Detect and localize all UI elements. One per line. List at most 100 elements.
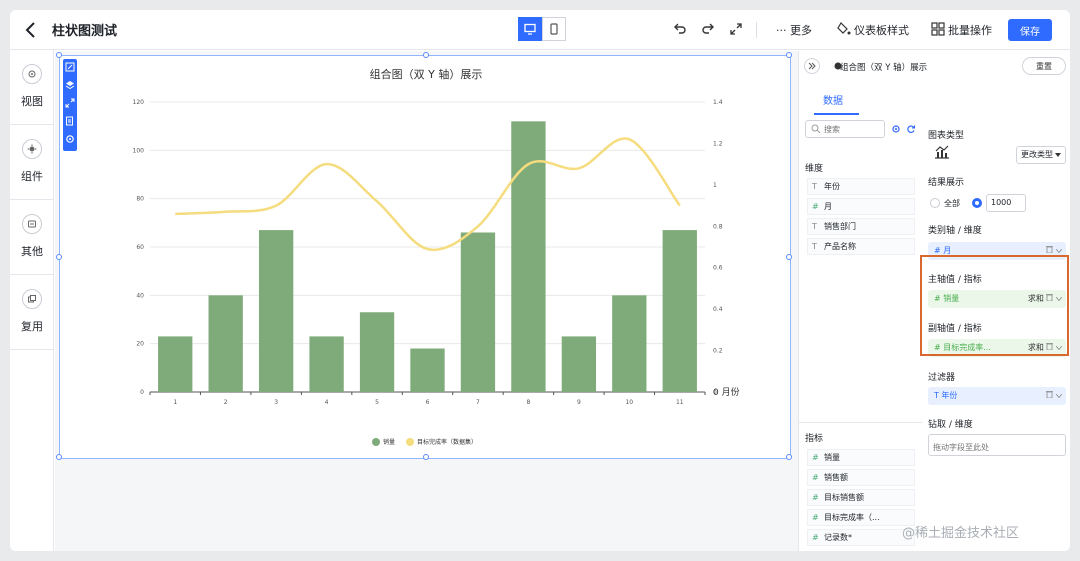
y2-tick-label: 1 xyxy=(713,182,717,189)
field-name: 目标销售额 xyxy=(824,493,864,502)
number-type-icon: # xyxy=(812,453,819,462)
field-metric-sales[interactable]: # 销量 xyxy=(807,449,915,466)
y-tick-label: 120 xyxy=(133,99,145,106)
bar xyxy=(208,295,243,392)
nav-item-view[interactable]: 视图 xyxy=(10,50,54,125)
redo-icon[interactable] xyxy=(700,21,716,37)
text-type-icon: T xyxy=(812,182,817,191)
y-tick-label: 60 xyxy=(136,244,144,251)
chip-text: # 月 xyxy=(934,246,952,255)
y-tick-label: 100 xyxy=(133,147,145,154)
nav-item-other[interactable]: 其他 xyxy=(10,200,54,275)
x-tick-label: 4 xyxy=(325,399,329,406)
delete-icon[interactable] xyxy=(1046,390,1054,399)
panel-splitter[interactable] xyxy=(799,422,922,423)
y2-tick-label: 0.8 xyxy=(713,223,723,230)
batch-operation-button[interactable]: 批量操作 xyxy=(948,22,992,38)
x-tick-label: 1 xyxy=(173,399,177,406)
field-name: 销售额 xyxy=(824,473,848,482)
tab-data[interactable]: 数据 xyxy=(823,92,843,107)
reuse-icon xyxy=(22,289,42,309)
x-axis-label: 0 月份 xyxy=(713,386,740,398)
y2-tick-label: 1.4 xyxy=(713,99,723,106)
x-tick-label: 5 xyxy=(375,399,379,406)
field-metric-count[interactable]: # 记录数* xyxy=(807,529,915,546)
filter-field[interactable]: T 年份 xyxy=(928,387,1066,405)
mobile-view-button[interactable] xyxy=(542,17,566,41)
metric-section-label: 指标 xyxy=(805,434,824,444)
mobile-icon xyxy=(550,23,558,35)
chevron-down-icon[interactable] xyxy=(1055,248,1063,254)
undo-icon[interactable] xyxy=(672,21,688,37)
batch-icon xyxy=(931,22,945,36)
desktop-view-button[interactable] xyxy=(518,17,542,41)
search-input[interactable] xyxy=(824,121,882,137)
nav-item-reuse[interactable]: 复用 xyxy=(10,275,54,350)
completion-rate-line xyxy=(175,137,681,252)
result-label: 结果展示 xyxy=(928,178,965,188)
drill-input[interactable] xyxy=(929,437,1059,458)
field-metric-target[interactable]: # 目标销售额 xyxy=(807,489,915,506)
x-tick-label: 11 xyxy=(676,399,684,406)
field-panel: 数据 样式 高级 维度 T年份 #月 T销售部门 T产品名称 指标 #销量 #销… xyxy=(798,51,1037,551)
y-tick-label: 40 xyxy=(136,292,144,299)
desktop-icon xyxy=(524,23,536,35)
field-dimension-month[interactable]: # 月 xyxy=(807,198,915,215)
chart-type-label: 图表类型 xyxy=(928,131,965,141)
nav-item-component[interactable]: 组件 xyxy=(10,125,54,200)
radio-limit[interactable] xyxy=(972,198,982,208)
field-metric-completion[interactable]: # 目标完成率（... xyxy=(807,509,915,526)
y2-tick-label: 0.6 xyxy=(713,265,723,272)
back-arrow-icon[interactable] xyxy=(24,21,38,39)
number-type-icon: # xyxy=(812,513,819,522)
dimension-section-label: 维度 xyxy=(805,164,824,174)
number-type-icon: # xyxy=(812,533,819,542)
legend-swatch-sales xyxy=(372,438,380,446)
field-metric-revenue[interactable]: # 销售额 xyxy=(807,469,915,486)
chart-widget[interactable]: 组合图（双 Y 轴）展示 0 20 40 60 80 100 120 0 0.2 0.4 0.6 0.… xyxy=(56,52,792,460)
field-dimension-product[interactable]: T 产品名称 xyxy=(807,238,915,255)
y2-tick-label: 0.4 xyxy=(713,306,723,313)
widget-title: 组合图（双 Y 轴）展示 xyxy=(840,63,928,73)
watermark: @稀土掘金技术社区 xyxy=(902,526,1020,541)
number-type-icon: # xyxy=(812,493,819,502)
reset-button[interactable]: 重置 xyxy=(1022,57,1066,75)
collapse-panel-button[interactable] xyxy=(804,58,820,74)
more-button[interactable]: ··· 更多 xyxy=(776,22,812,38)
drill-dropzone[interactable] xyxy=(928,434,1066,458)
legend-swatch-rate xyxy=(406,438,414,446)
chevron-down-icon[interactable] xyxy=(1055,393,1063,399)
field-name: 目标完成率（... xyxy=(824,513,880,522)
dashboard-style-button[interactable]: 仪表板样式 xyxy=(854,22,909,38)
radio-all-label: 全部 xyxy=(944,199,960,208)
field-search[interactable] xyxy=(805,120,885,138)
field-dimension-year[interactable]: T 年份 xyxy=(807,178,915,195)
x-tick-label: 7 xyxy=(476,399,480,406)
save-button[interactable]: 保存 xyxy=(1008,19,1052,41)
nav-label: 组件 xyxy=(21,170,43,183)
field-settings-icon[interactable] xyxy=(891,124,901,134)
x-tick-label: 2 xyxy=(224,399,228,406)
double-chevron-icon xyxy=(808,62,816,70)
fullscreen-icon[interactable] xyxy=(728,21,744,37)
change-type-select[interactable]: 更改类型 xyxy=(1016,146,1066,164)
bar xyxy=(359,312,395,392)
delete-icon[interactable] xyxy=(1046,245,1054,254)
chip-actions[interactable] xyxy=(1046,387,1063,405)
bar xyxy=(561,336,597,392)
bar xyxy=(662,230,697,392)
limit-input[interactable]: 1000 xyxy=(986,194,1026,212)
palette-icon xyxy=(837,22,851,35)
bar xyxy=(410,348,445,392)
top-header: 柱状图测试 ··· 更多 仪表板样式 批量操作 保存 xyxy=(10,10,1070,50)
field-dimension-department[interactable]: T 销售部门 xyxy=(807,218,915,235)
field-name: 产品名称 xyxy=(824,242,856,251)
bar xyxy=(158,336,193,392)
caret-down-icon xyxy=(1055,153,1061,157)
highlight-box xyxy=(920,255,1069,356)
combo-chart-type-icon[interactable] xyxy=(934,145,950,159)
refresh-icon[interactable] xyxy=(906,124,916,134)
combo-chart: 02040608010012000.20.40.60.811.21.41 2 3 4 5… xyxy=(133,99,740,446)
other-icon xyxy=(22,214,42,234)
radio-all[interactable] xyxy=(930,198,940,208)
